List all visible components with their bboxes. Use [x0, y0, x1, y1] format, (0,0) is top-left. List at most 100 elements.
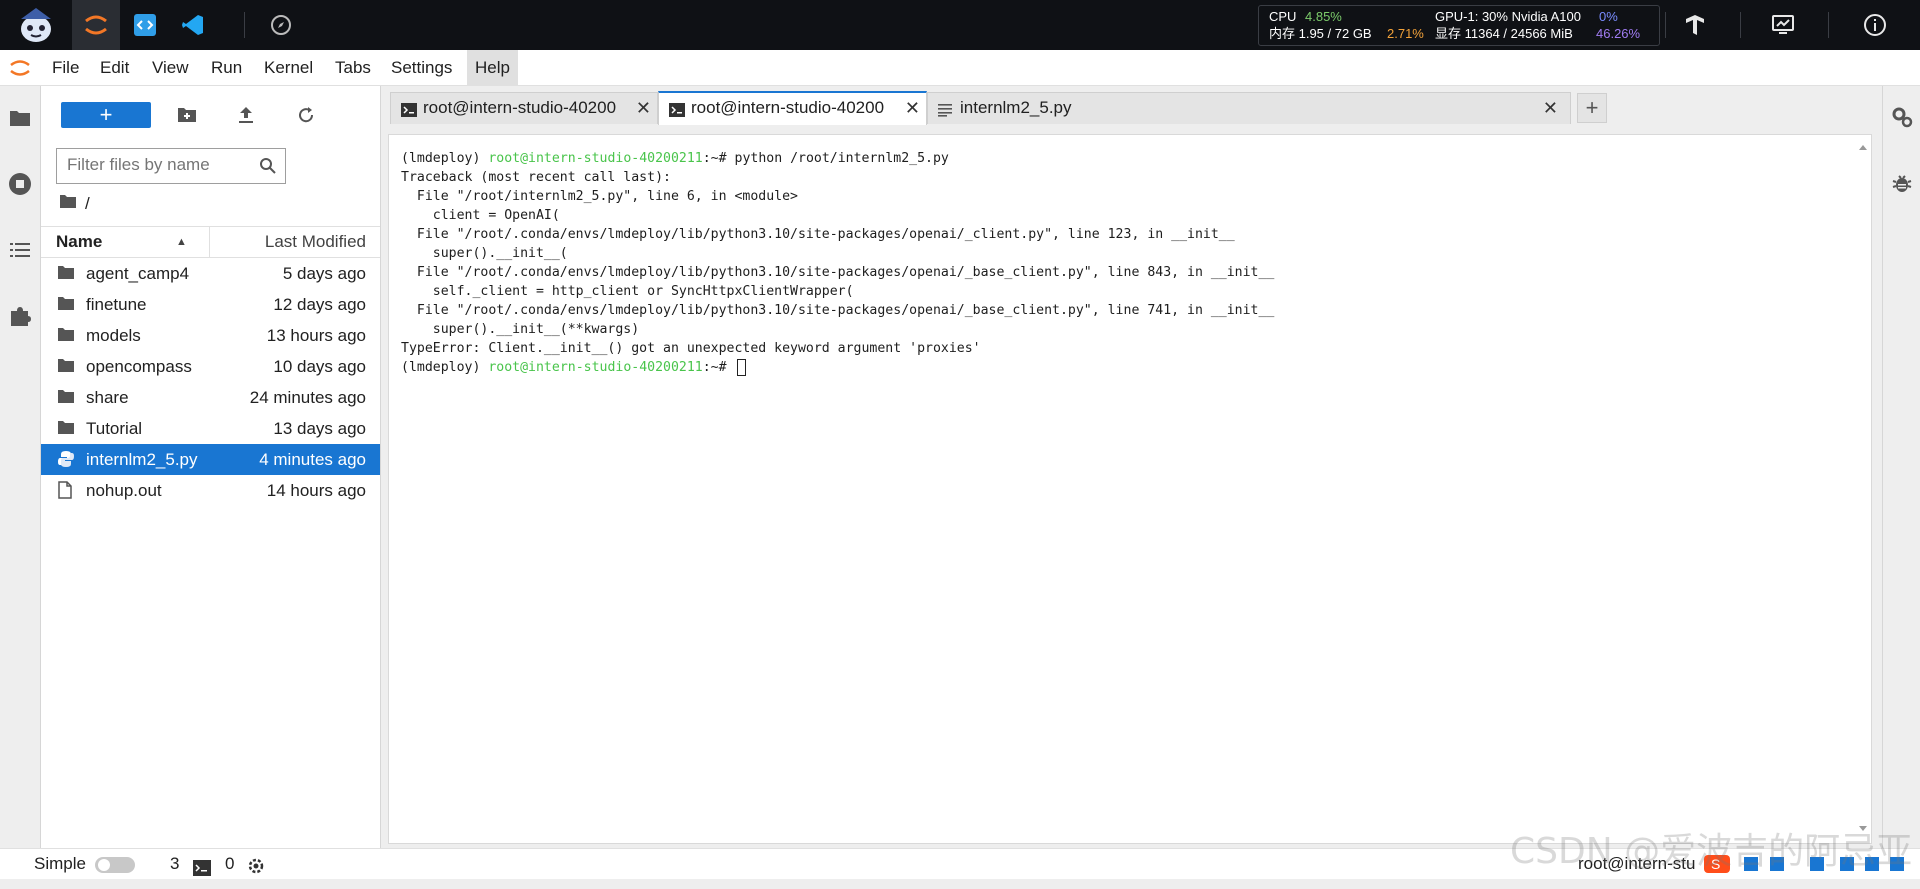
menu-view[interactable]: View [144, 50, 197, 85]
tab-terminal-1[interactable]: root@intern-studio-40200 ✕ [390, 92, 658, 124]
refresh-icon[interactable] [294, 103, 318, 127]
running-stop-icon[interactable] [6, 170, 34, 198]
file-name: share [86, 388, 129, 407]
watermark: CSDN @爱波吉的阿忌亚 [1510, 831, 1913, 872]
file-name: opencompass [86, 357, 192, 376]
terminal-prompt-line: (lmdeploy) root@intern-studio-40200211:~… [401, 358, 1274, 377]
menu-file[interactable]: File [44, 50, 87, 85]
settings-gear-icon[interactable] [247, 855, 265, 874]
jupyter-icon[interactable] [72, 0, 120, 50]
menu-kernel[interactable]: Kernel [256, 50, 321, 85]
menu-help[interactable]: Help [467, 50, 518, 85]
close-tab-icon[interactable]: ✕ [636, 93, 651, 123]
add-tab-button[interactable]: + [1577, 93, 1607, 123]
debugger-bug-icon[interactable] [1891, 172, 1913, 194]
folder-icon [57, 295, 75, 313]
extension-puzzle-icon[interactable] [6, 302, 34, 330]
menu-bar: File Edit View Run Kernel Tabs Settings … [0, 50, 1920, 86]
terminal-line: client = OpenAI( [401, 208, 560, 223]
tab-label: root@intern-studio-40200 [423, 98, 617, 117]
file-row-selected[interactable]: internlm2_5.py 4 minutes ago [41, 444, 380, 475]
file-modified: 12 days ago [273, 295, 366, 314]
file-modified: 4 minutes ago [259, 450, 366, 469]
compass-icon[interactable] [266, 0, 296, 50]
breadcrumb-folder-icon[interactable] [59, 194, 77, 214]
file-name: nohup.out [86, 481, 162, 500]
menu-run[interactable]: Run [203, 50, 250, 85]
text-file-icon [938, 102, 954, 117]
file-row[interactable]: share 24 minutes ago [41, 382, 380, 413]
mascot-logo-icon[interactable] [10, 0, 62, 50]
right-sidebar [1882, 86, 1920, 848]
file-name: finetune [86, 295, 147, 314]
jupyter-logo-icon [8, 56, 32, 80]
terminal-line: File "/root/.conda/envs/lmdeploy/lib/pyt… [401, 303, 1275, 318]
file-modified: 24 minutes ago [249, 388, 366, 407]
tensorflow-icon[interactable] [1680, 0, 1710, 50]
terminal-command-line: (lmdeploy) root@intern-studio-40200211:~… [401, 151, 949, 166]
code-editor-icon[interactable] [130, 0, 160, 50]
terminal-status-icon[interactable] [193, 856, 211, 876]
folder-icon [57, 388, 75, 406]
file-row[interactable]: finetune 12 days ago [41, 289, 380, 320]
terminal-line: File "/root/internlm2_5.py", line 6, in … [401, 189, 798, 204]
file-row[interactable]: nohup.out 14 hours ago [41, 475, 380, 506]
simple-mode-toggle[interactable] [94, 849, 138, 879]
close-tab-icon[interactable]: ✕ [1543, 93, 1558, 123]
terminal-output: (lmdeploy) root@intern-studio-40200211:~… [401, 149, 1274, 377]
file-list-header: Name ▲ Last Modified [41, 226, 380, 258]
python-file-icon [57, 450, 75, 468]
tab-internlm2-py[interactable]: internlm2_5.py ✕ [927, 92, 1571, 124]
close-tab-icon[interactable]: ✕ [905, 93, 920, 123]
file-name: internlm2_5.py [86, 450, 198, 469]
mem-value: 2.71% [1387, 26, 1424, 41]
tab-terminal-2[interactable]: root@intern-studio-40200 ✕ [658, 91, 927, 125]
column-last-modified[interactable]: Last Modified [265, 227, 366, 257]
column-name[interactable]: Name [56, 227, 102, 257]
file-row[interactable]: models 13 hours ago [41, 320, 380, 351]
folder-icon[interactable] [6, 104, 34, 132]
terminal-error-line: TypeError: Client.__init__() got an unex… [401, 341, 981, 356]
kernel-count[interactable]: 3 [170, 849, 179, 879]
simple-mode-label: Simple [34, 854, 86, 873]
resource-monitor: CPU 4.85% 内存 1.95 / 72 GB 2.71% GPU-1: 3… [1258, 5, 1660, 46]
breadcrumb: / [59, 194, 90, 214]
terminal-panel[interactable]: (lmdeploy) root@intern-studio-40200211:~… [388, 134, 1872, 844]
gpu-label: GPU-1: 30% Nvidia A100 [1435, 9, 1581, 24]
folder-icon [57, 264, 75, 282]
menu-edit[interactable]: Edit [92, 50, 137, 85]
terminal-icon [401, 102, 417, 117]
vscode-icon[interactable] [178, 0, 208, 50]
property-inspector-gears-icon[interactable] [1891, 106, 1913, 128]
new-launcher-button[interactable]: + [61, 102, 151, 128]
upload-icon[interactable] [234, 103, 258, 127]
file-modified: 14 hours ago [266, 481, 366, 500]
folder-icon [57, 326, 75, 344]
file-row[interactable]: Tutorial 13 days ago [41, 413, 380, 444]
monitor-icon[interactable] [1768, 0, 1798, 50]
terminal-count[interactable]: 0 [225, 849, 234, 879]
menu-settings[interactable]: Settings [383, 50, 460, 85]
file-row[interactable]: opencompass 10 days ago [41, 351, 380, 382]
terminal-cursor [736, 358, 746, 376]
tab-label: root@intern-studio-40200 [691, 98, 885, 117]
left-activity-bar [0, 86, 41, 848]
breadcrumb-path[interactable]: / [85, 194, 90, 214]
file-modified: 5 days ago [282, 264, 366, 283]
folder-icon [57, 419, 75, 437]
terminal-scrollbar[interactable] [1857, 141, 1869, 835]
file-name: models [86, 326, 141, 345]
info-icon[interactable] [1860, 0, 1890, 50]
vram-value: 46.26% [1596, 26, 1641, 41]
search-icon[interactable] [259, 157, 277, 175]
menu-tabs[interactable]: Tabs [327, 50, 379, 85]
file-icon [57, 481, 75, 499]
tab-bar: root@intern-studio-40200 ✕ root@intern-s… [381, 86, 1882, 126]
table-of-contents-icon[interactable] [6, 236, 34, 264]
sort-ascending-icon[interactable]: ▲ [176, 227, 187, 257]
file-row[interactable]: agent_camp4 5 days ago [41, 258, 380, 289]
cpu-label: CPU [1269, 9, 1297, 24]
filter-files-input[interactable] [57, 149, 267, 181]
file-modified: 13 hours ago [266, 326, 366, 345]
new-folder-icon[interactable] [175, 103, 199, 127]
